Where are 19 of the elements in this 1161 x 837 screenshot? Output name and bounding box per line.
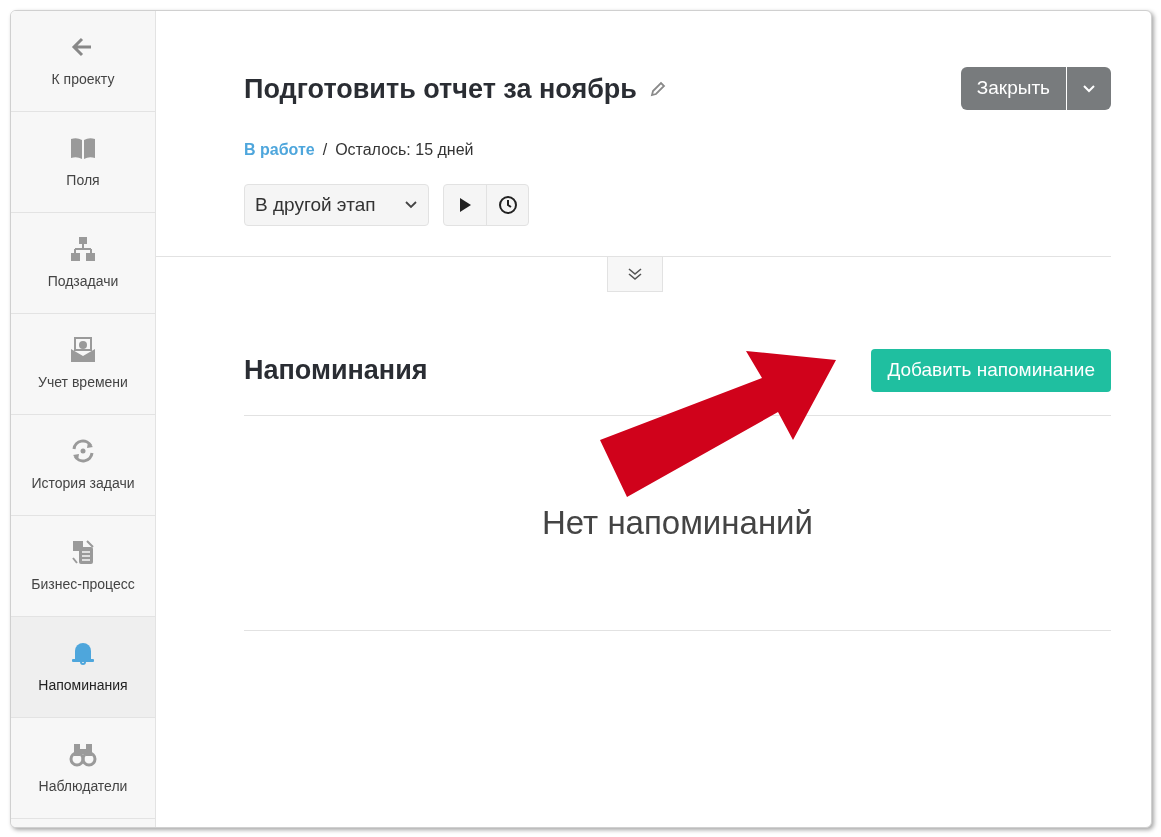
section-heading: Напоминания: [244, 354, 428, 388]
expand-button[interactable]: [607, 257, 663, 292]
play-icon: [458, 197, 472, 213]
hierarchy-icon: [69, 234, 97, 263]
close-button[interactable]: Закрыть: [960, 67, 1066, 110]
sidebar-item[interactable]: Напоминания: [11, 617, 155, 718]
sidebar-item[interactable]: К проекту: [11, 11, 155, 112]
close-menu-button[interactable]: [1067, 67, 1111, 110]
chevron-down-icon: [404, 200, 418, 210]
separator: /: [322, 140, 328, 160]
empty-message: Нет напоминаний: [542, 503, 813, 544]
clock-icon: [497, 195, 518, 215]
task-title: Подготовить отчет за ноябрь: [244, 73, 637, 106]
chevron-down-icon: [1082, 83, 1096, 94]
remaining-time: Осталось: 15 дней: [335, 140, 474, 160]
pencil-icon[interactable]: [648, 80, 667, 98]
double-chevron-down-icon: [627, 267, 643, 281]
clock-envelope-icon: [69, 335, 97, 364]
stage-dropdown[interactable]: В другой этап: [244, 184, 429, 226]
